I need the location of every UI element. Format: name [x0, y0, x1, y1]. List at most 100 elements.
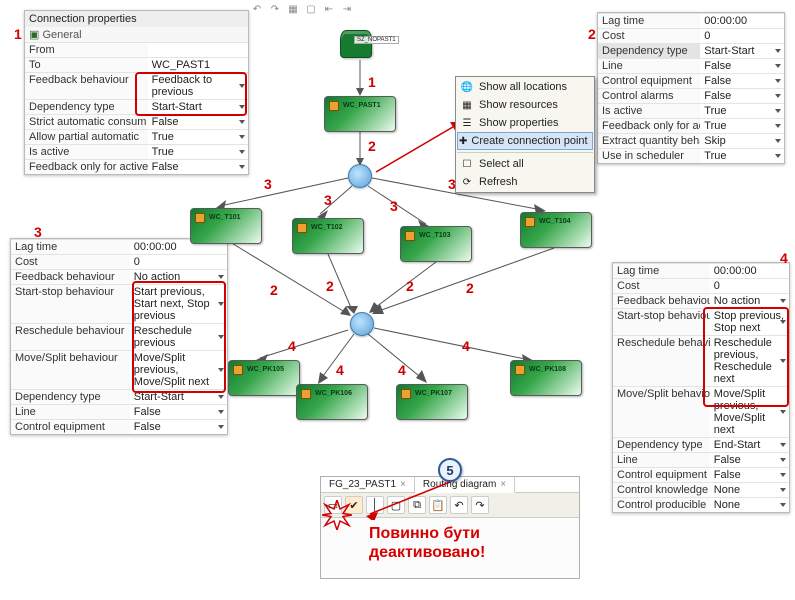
redo-icon[interactable]: ↷ [268, 2, 282, 16]
property-key: Strict automatic consum [25, 115, 148, 129]
workcenter-node-t102[interactable]: WC_T102 [292, 218, 364, 254]
property-value[interactable]: False [710, 468, 789, 482]
edge-label: 2 [270, 282, 278, 298]
property-key: Start-stop behaviour [11, 285, 130, 323]
menu-item[interactable]: 🌐Show all locations [457, 78, 593, 96]
property-value[interactable]: True [700, 104, 784, 118]
property-row: Cost0 [598, 28, 784, 43]
property-value[interactable]: None [710, 483, 789, 497]
property-value[interactable]: False [710, 453, 789, 467]
callout-3: 3 [34, 224, 42, 240]
node-label: WC_PAST1 [343, 102, 381, 109]
property-value[interactable]: False [700, 74, 784, 88]
redo-icon[interactable]: ↷ [471, 496, 489, 514]
collapse-icon[interactable]: ▣ [29, 29, 42, 41]
property-row: Lag time00:00:00 [598, 13, 784, 28]
property-key: Feedback only for active [598, 119, 700, 133]
property-key: Dependency type [11, 390, 130, 404]
junction-top[interactable] [348, 164, 372, 188]
menu-item[interactable]: ☐Select all [457, 155, 593, 173]
property-value[interactable]: False [700, 89, 784, 103]
menu-label: Show resources [479, 99, 558, 111]
property-value[interactable]: True [700, 119, 784, 133]
edge-label: 3 [264, 176, 272, 192]
workcenter-node-past1[interactable]: WC_PAST1 [324, 96, 396, 132]
menu-item[interactable]: ⟳ Refresh [457, 173, 593, 191]
property-key: Extract quantity behaviour [598, 134, 700, 148]
align-icon[interactable]: ⇤ [322, 2, 336, 16]
property-row: Control alarmsFalse [598, 88, 784, 103]
property-value[interactable]: No action [710, 294, 789, 308]
property-key: Cost [598, 29, 700, 43]
property-row: Cost0 [613, 278, 789, 293]
property-row: LineFalse [11, 404, 227, 419]
workcenter-icon [405, 231, 415, 241]
property-key: Cost [11, 255, 130, 269]
property-row: Feedback only for activeTrue [598, 118, 784, 133]
callout-4: 4 [780, 250, 788, 266]
property-value[interactable]: False [700, 59, 784, 73]
menu-item[interactable]: ✚Create connection point [457, 132, 593, 150]
menu-label: Create connection point [471, 135, 587, 147]
property-row: Control equipmentFalse [598, 73, 784, 88]
storage-node[interactable]: SZ_NOPAST1 [340, 30, 396, 64]
junction-bottom[interactable] [350, 312, 374, 336]
property-row: Dependency typeEnd-Start [613, 437, 789, 452]
edge-label: 2 [368, 138, 376, 154]
property-key: Use in scheduler [598, 149, 700, 163]
menu-label: Show all locations [479, 81, 567, 93]
edge-label: 4 [288, 338, 296, 354]
property-key: Feedback only for active [25, 160, 148, 174]
property-value: 00:00:00 [700, 14, 784, 28]
close-icon[interactable]: × [500, 479, 506, 490]
workcenter-node-pk107[interactable]: WC_PK107 [396, 384, 468, 420]
property-value[interactable]: End-Start [710, 438, 789, 452]
workcenter-node-t103[interactable]: WC_T103 [400, 226, 472, 262]
panel-title: Connection properties [25, 11, 248, 27]
workcenter-node-pk105[interactable]: WC_PK105 [228, 360, 300, 396]
menu-label: Refresh [479, 176, 518, 188]
property-key: Reschedule behaviour [613, 336, 710, 386]
edge-label: 2 [326, 278, 334, 294]
property-key: Lag time [598, 14, 700, 28]
property-key: Feedback behaviour [25, 73, 148, 99]
step-badge-5: 5 [438, 458, 462, 482]
property-key: To [25, 58, 148, 72]
property-value[interactable]: None [710, 498, 789, 512]
undo-icon[interactable]: ↶ [250, 2, 264, 16]
property-key: Control equipment [613, 468, 710, 482]
grid-icon[interactable]: ▦ [286, 2, 300, 16]
workcenter-icon [233, 365, 243, 375]
property-key: Control knowledge [613, 483, 710, 497]
property-key: Move/Split behaviour [613, 387, 710, 437]
property-key: Line [613, 453, 710, 467]
property-value[interactable]: True [700, 149, 784, 163]
property-value[interactable]: Skip [700, 134, 784, 148]
menu-item[interactable]: ▦Show resources [457, 96, 593, 114]
property-row: LineFalse [613, 452, 789, 467]
callout-1: 1 [14, 26, 22, 42]
property-value[interactable]: Start-Start [700, 44, 784, 58]
workcenter-node-pk108[interactable]: WC_PK108 [510, 360, 582, 396]
workcenter-icon [329, 101, 339, 111]
refresh-icon: ⟳ [459, 175, 475, 189]
property-key: Reschedule behaviour [11, 324, 130, 350]
warning-text: Повинно бути деактивовано! [369, 524, 579, 562]
property-row: Cost0 [11, 254, 227, 269]
snap-icon[interactable]: ▢ [304, 2, 318, 16]
workcenter-node-t104[interactable]: WC_T104 [520, 212, 592, 248]
node-label: SZ_NOPAST1 [354, 36, 399, 44]
property-value: 0 [710, 279, 789, 293]
workcenter-node-t101[interactable]: WC_T101 [190, 208, 262, 244]
workcenter-icon [401, 389, 411, 399]
menu-item[interactable]: ☰Show properties [457, 114, 593, 132]
workcenter-icon [195, 213, 205, 223]
property-row: Control knowledgeNone [613, 482, 789, 497]
property-value: 0 [700, 29, 784, 43]
workcenter-icon [525, 217, 535, 227]
property-key: Control equipment [598, 74, 700, 88]
workcenter-node-pk106[interactable]: WC_PK106 [296, 384, 368, 420]
property-key: Lag time [11, 240, 130, 254]
align-icon[interactable]: ⇥ [340, 2, 354, 16]
property-key: Dependency type [25, 100, 148, 114]
